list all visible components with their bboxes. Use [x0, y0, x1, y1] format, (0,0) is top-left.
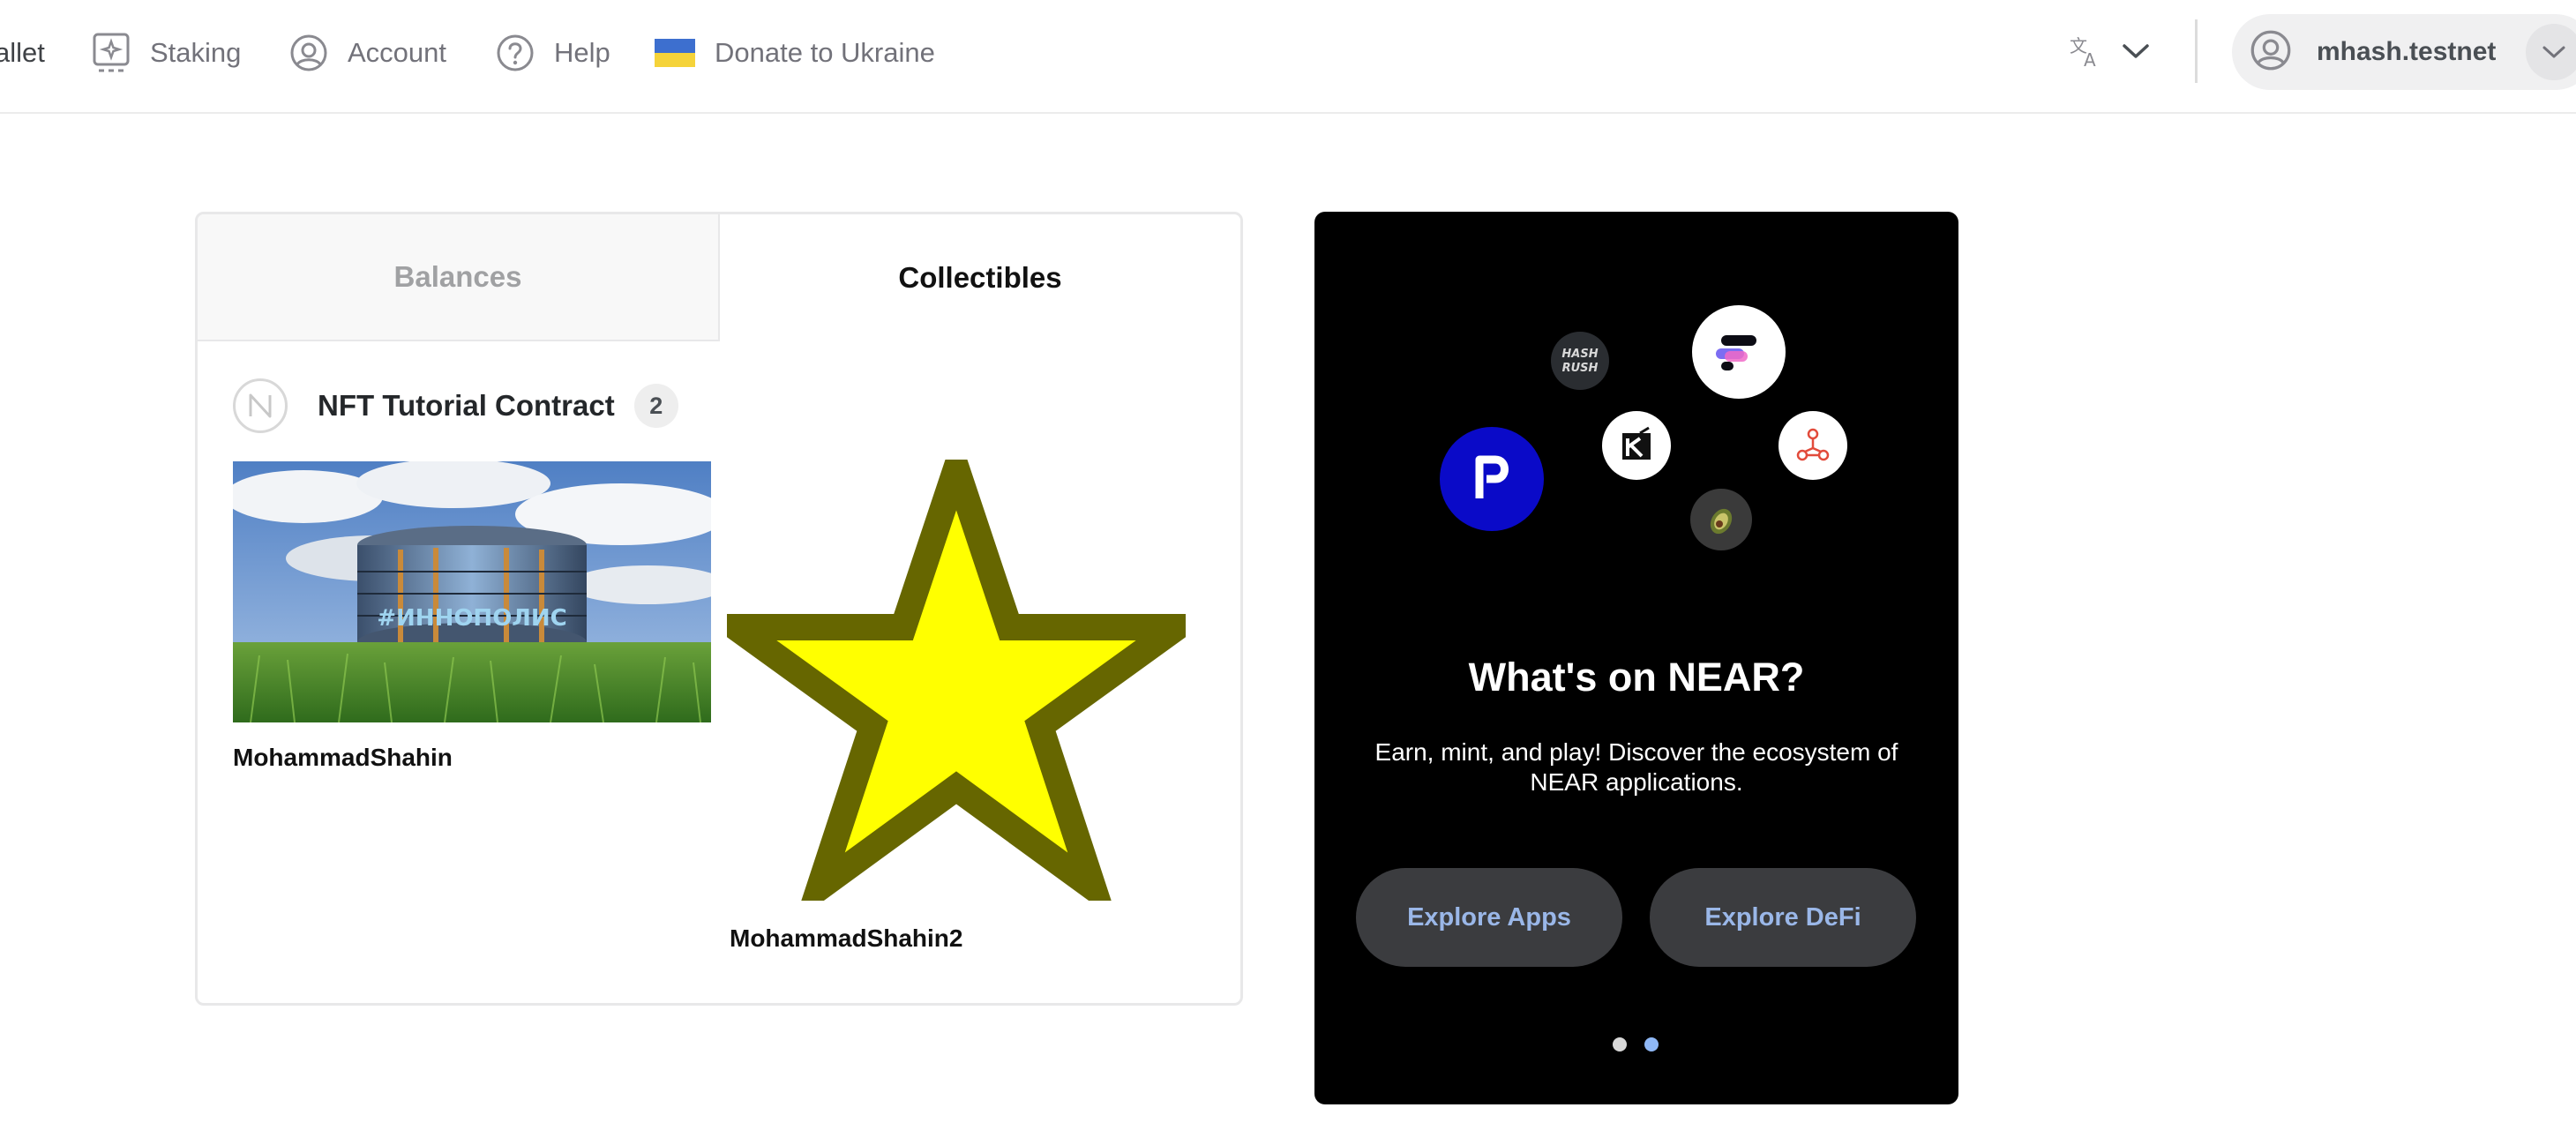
carousel-dot-1[interactable] — [1613, 1037, 1627, 1051]
nav-divider — [2195, 19, 2198, 83]
nav-account[interactable]: Account — [289, 32, 446, 74]
explore-defi-button[interactable]: Explore DeFi — [1650, 868, 1916, 967]
user-avatar-icon — [2250, 29, 2292, 76]
nav-staking-label: Staking — [150, 37, 242, 68]
contract-header: NFT Tutorial Contract 2 — [233, 377, 678, 435]
promo-title: What's on NEAR? — [1468, 655, 1805, 700]
nav-wallet-label: allet — [0, 37, 45, 68]
nft-image-building[interactable]: #ИННОПОЛИС — [224, 459, 727, 723]
translate-icon: 文 A — [2068, 33, 2105, 74]
chevron-down-icon — [2121, 41, 2151, 65]
staking-icon — [92, 32, 131, 74]
nft-count-badge: 2 — [633, 384, 678, 428]
nav-account-label: Account — [348, 37, 447, 68]
nav-staking[interactable]: Staking — [92, 32, 241, 74]
svg-text:A: A — [2084, 49, 2096, 70]
svg-text:HASH: HASH — [1561, 348, 1598, 361]
nft-image-star[interactable] — [694, 426, 1218, 923]
paras-app-icon[interactable] — [1440, 427, 1544, 531]
help-icon — [496, 34, 535, 72]
nav-help-label: Help — [554, 37, 610, 68]
flux-app-icon[interactable] — [1692, 305, 1786, 399]
tab-balances[interactable]: Balances — [198, 214, 720, 341]
assets-card: Balances Collectibles NFT Tutorial Contr… — [195, 212, 1243, 1006]
ref-network-app-icon[interactable] — [1778, 411, 1847, 480]
ukraine-flag-icon — [655, 39, 695, 67]
language-selector[interactable]: 文 A — [2068, 32, 2151, 74]
top-navigation: allet Staking Account Help Donate to Ukr… — [0, 0, 2576, 114]
nav-wallet[interactable]: allet — [0, 32, 45, 74]
svg-text:#ИННОПОЛИС: #ИННОПОЛИС — [377, 605, 566, 632]
account-dropdown[interactable]: mhash.testnet — [2232, 14, 2576, 90]
near-logo-icon — [233, 378, 288, 433]
nav-donate-ukraine[interactable]: Donate to Ukraine — [655, 32, 935, 74]
svg-text:RUSH: RUSH — [1562, 362, 1599, 375]
kaizo-app-icon[interactable] — [1602, 411, 1671, 480]
promo-subtitle: Earn, mint, and play! Discover the ecosy… — [1374, 738, 1898, 796]
account-name: mhash.testnet — [2317, 37, 2497, 66]
nav-donate-ukraine-label: Donate to Ukraine — [715, 37, 935, 68]
nav-help[interactable]: Help — [496, 32, 610, 74]
account-icon — [289, 34, 328, 72]
explore-apps-button[interactable]: Explore Apps — [1356, 868, 1622, 967]
assets-tabs: Balances Collectibles — [198, 214, 1240, 341]
carousel-dot-2[interactable] — [1644, 1037, 1659, 1051]
nft-title[interactable]: MohammadShahin — [233, 744, 453, 772]
whats-on-near-promo: HASH RUSH What's on NEAR? Earn, mint, an… — [1314, 212, 1958, 1104]
hash-rush-app-icon[interactable]: HASH RUSH — [1551, 332, 1609, 390]
avocado-app-icon[interactable] — [1690, 489, 1752, 550]
account-chevron-icon[interactable] — [2526, 24, 2576, 80]
nft-title[interactable]: MohammadShahin2 — [730, 924, 962, 953]
contract-title: NFT Tutorial Contract — [318, 389, 615, 422]
tab-collectibles[interactable]: Collectibles — [720, 214, 1240, 341]
